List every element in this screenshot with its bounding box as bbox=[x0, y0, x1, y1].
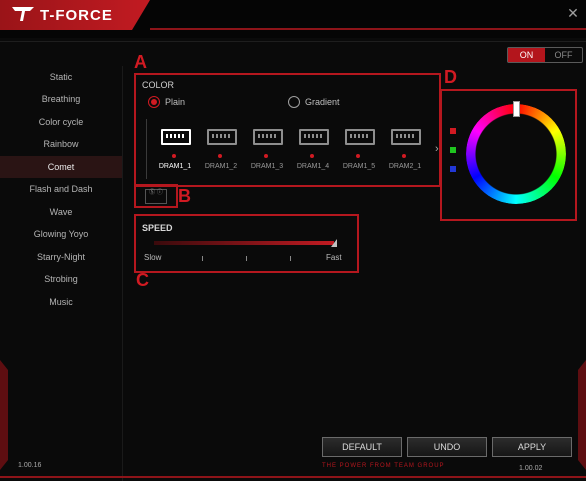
dram-label: DRAM1_5 bbox=[342, 163, 376, 170]
speed-min-label: Slow bbox=[144, 253, 162, 262]
red-swatch[interactable] bbox=[450, 128, 456, 134]
color-wheel[interactable] bbox=[466, 104, 566, 204]
plain-label: Plain bbox=[165, 97, 186, 107]
sidebar-item-breathing[interactable]: Breathing bbox=[0, 88, 122, 110]
memory-module-icon bbox=[161, 129, 191, 145]
close-button[interactable]: ✕ bbox=[566, 6, 580, 20]
dram-label: DRAM1_4 bbox=[296, 163, 330, 170]
slider-tick bbox=[202, 256, 203, 261]
version-left: 1.00.16 bbox=[18, 462, 42, 469]
memory-module-icon bbox=[345, 129, 375, 145]
dram-module-row: DRAM1_1 DRAM1_2 DRAM1_3 DRAM1_4 DRAM1_5 … bbox=[146, 119, 439, 179]
gradient-label: Gradient bbox=[305, 97, 340, 107]
apply-button[interactable]: APPLY bbox=[492, 437, 572, 457]
led-indicator bbox=[264, 154, 268, 158]
toggle-on[interactable]: ON bbox=[508, 48, 545, 62]
effect-sidebar: Static Breathing Color cycle Rainbow Com… bbox=[0, 66, 123, 481]
speed-title: SPEED bbox=[142, 223, 173, 233]
sidebar-item-comet[interactable]: Comet bbox=[0, 156, 122, 178]
sidebar-item-starry-night[interactable]: Starry-Night bbox=[0, 246, 122, 268]
chevron-right-icon[interactable]: › bbox=[435, 143, 439, 155]
slider-tick bbox=[290, 256, 291, 261]
tagline: THE POWER FROM TEAM GROUP bbox=[322, 463, 445, 469]
blue-swatch[interactable] bbox=[450, 166, 456, 172]
dram-label: DRAM2_1 bbox=[388, 163, 422, 170]
sidebar-item-flash-and-dash[interactable]: Flash and Dash bbox=[0, 178, 122, 200]
logo-text: T-FORCE bbox=[40, 7, 113, 24]
sidebar-item-strobing[interactable]: Strobing bbox=[0, 268, 122, 290]
undo-button[interactable]: UNDO bbox=[407, 437, 487, 457]
dram-label: DRAM1_1 bbox=[158, 163, 192, 170]
sidebar-item-music[interactable]: Music bbox=[0, 291, 122, 313]
green-swatch[interactable] bbox=[450, 147, 456, 153]
right-accent-decoration bbox=[578, 360, 586, 470]
color-title: COLOR bbox=[142, 80, 175, 90]
tforce-logo-icon bbox=[12, 7, 34, 21]
annotation-d: D bbox=[444, 67, 457, 87]
led-indicator bbox=[310, 154, 314, 158]
dram-label: DRAM1_2 bbox=[204, 163, 238, 170]
version-right: 1.00.02 bbox=[519, 465, 543, 472]
color-picker-panel bbox=[440, 89, 577, 221]
dram-label: DRAM1_3 bbox=[250, 163, 284, 170]
memory-module-icon bbox=[391, 129, 421, 145]
divider bbox=[0, 41, 586, 42]
speed-panel: SPEED Slow Fast bbox=[134, 214, 359, 273]
power-toggle[interactable]: ON OFF bbox=[507, 47, 583, 63]
plain-radio[interactable] bbox=[148, 96, 160, 108]
speed-slider-track[interactable] bbox=[154, 241, 334, 245]
led-indicator bbox=[356, 154, 360, 158]
annotation-b: B bbox=[178, 186, 191, 206]
slider-tick bbox=[246, 256, 247, 261]
sidebar-item-glowing-yoyo[interactable]: Glowing Yoyo bbox=[0, 223, 122, 245]
bottom-divider bbox=[0, 476, 586, 478]
led-indicator bbox=[172, 154, 176, 158]
sidebar-item-wave[interactable]: Wave bbox=[0, 201, 122, 223]
led-indicator bbox=[218, 154, 222, 158]
sync-button-frame: Ⓢ ⓘ bbox=[134, 184, 178, 208]
annotation-a: A bbox=[134, 52, 147, 72]
memory-module-icon bbox=[299, 129, 329, 145]
toggle-off[interactable]: OFF bbox=[545, 48, 582, 62]
sidebar-item-color-cycle[interactable]: Color cycle bbox=[0, 111, 122, 133]
color-panel: COLOR Plain Gradient DRAM1_1 DRAM1_2 DRA… bbox=[134, 73, 441, 187]
color-wheel-handle[interactable] bbox=[513, 101, 520, 117]
speed-max-label: Fast bbox=[326, 253, 342, 262]
sidebar-item-rainbow[interactable]: Rainbow bbox=[0, 133, 122, 155]
title-bar: T-FORCE ✕ bbox=[0, 0, 586, 38]
memory-module-icon bbox=[253, 129, 283, 145]
gradient-radio[interactable] bbox=[288, 96, 300, 108]
memory-module-icon bbox=[207, 129, 237, 145]
header-divider bbox=[150, 28, 586, 30]
sidebar-item-static[interactable]: Static bbox=[0, 66, 122, 88]
default-button[interactable]: DEFAULT bbox=[322, 437, 402, 457]
sync-button[interactable]: Ⓢ ⓘ bbox=[145, 189, 167, 204]
annotation-c: C bbox=[136, 270, 149, 290]
led-indicator bbox=[402, 154, 406, 158]
left-accent-decoration bbox=[0, 360, 8, 470]
